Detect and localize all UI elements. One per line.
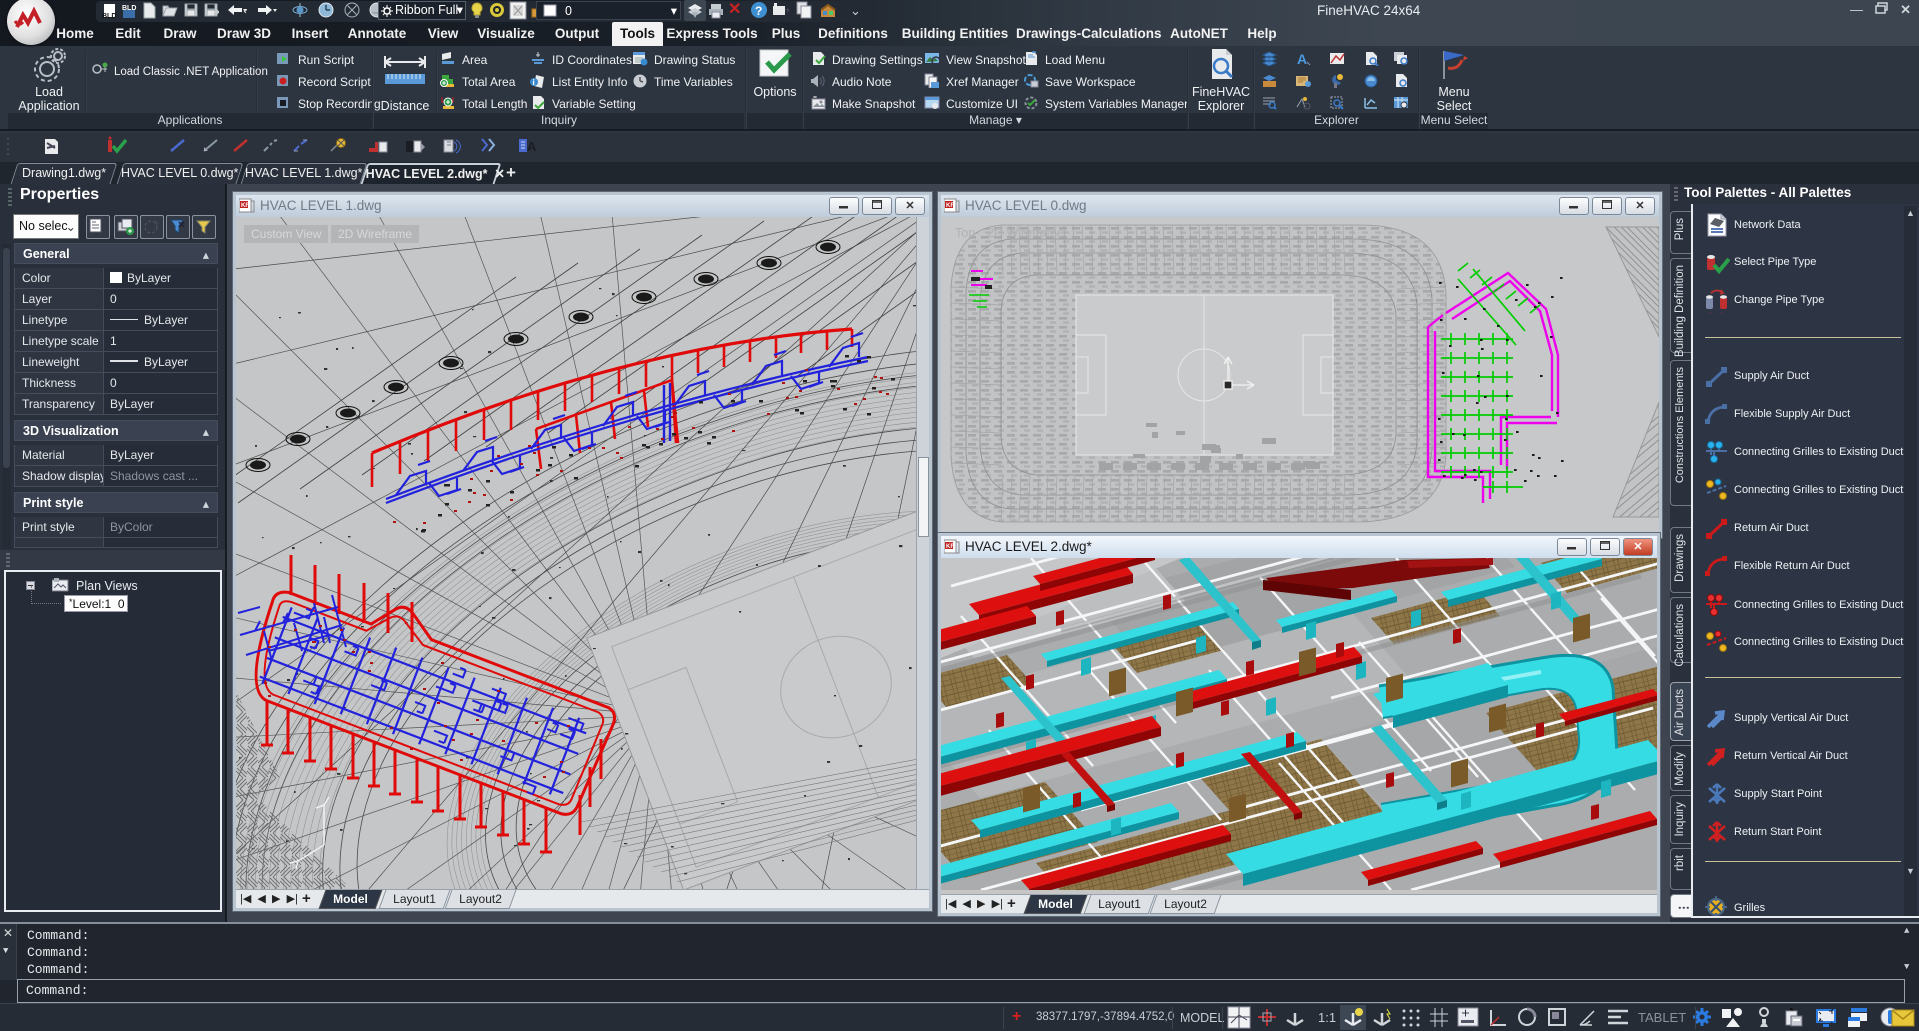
svg-text:KF: KF xyxy=(946,544,954,550)
svg-text:BLD: BLD xyxy=(102,13,116,20)
svg-text:KF: KF xyxy=(946,203,954,209)
svg-text:Top: Top xyxy=(955,226,975,240)
svg-text:KF: KF xyxy=(241,203,249,209)
svg-text:i: i xyxy=(533,78,535,87)
svg-text:TABLET: TABLET xyxy=(1638,1010,1686,1025)
svg-text:A: A xyxy=(527,139,537,154)
svg-text:A: A xyxy=(1297,51,1307,66)
svg-text:BLD: BLD xyxy=(122,5,136,12)
svg-text:?: ? xyxy=(755,4,762,18)
svg-text:2D Wireframe: 2D Wireframe xyxy=(987,226,1064,240)
svg-text:1:1: 1:1 xyxy=(1318,1010,1336,1025)
